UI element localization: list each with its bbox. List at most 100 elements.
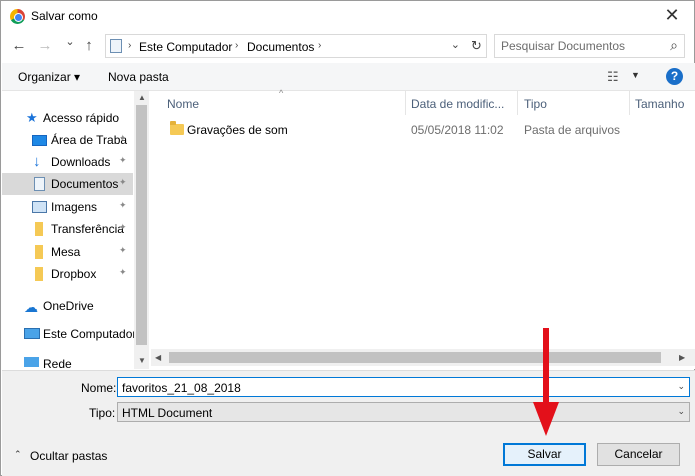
sidebar-item-transferencia[interactable]: Transferência ✦ — [2, 218, 133, 240]
sidebar-item-mesa[interactable]: Mesa ✦ — [2, 241, 133, 263]
file-name: Gravações de som — [187, 123, 288, 137]
help-icon[interactable]: ? — [666, 68, 683, 85]
pin-icon: ✦ — [119, 222, 127, 232]
pictures-icon — [32, 201, 47, 213]
sidebar-item-label: Rede — [43, 357, 72, 369]
computer-icon — [24, 328, 40, 339]
network-icon — [24, 357, 39, 367]
sidebar-item-imagens[interactable]: Imagens ✦ — [2, 196, 133, 218]
column-divider[interactable] — [405, 91, 406, 115]
address-dropdown-icon[interactable]: ⌄ — [451, 38, 460, 51]
sidebar-item-label: Área de Traba — [51, 133, 128, 147]
chrome-icon — [10, 9, 25, 24]
file-type-value: HTML Document — [122, 406, 213, 420]
recent-locations-chevron-icon[interactable]: ⌄ — [61, 32, 79, 52]
address-bar[interactable]: › Este Computador › Documentos › ⌄ — [105, 34, 487, 58]
pin-icon: ✦ — [119, 177, 127, 187]
sidebar-item-label: Downloads — [51, 155, 111, 169]
sidebar-item-label: Transferência — [51, 222, 124, 236]
breadcrumb-este-computador[interactable]: Este Computador — [139, 40, 232, 54]
sidebar-item-onedrive[interactable]: ☁ OneDrive — [2, 295, 133, 317]
sidebar-scrollbar[interactable]: ▲ ▼ — [134, 91, 149, 369]
file-type-dropdown-icon[interactable]: ⌄ — [677, 406, 685, 417]
sidebar-item-acesso-rapido[interactable]: ★ Acesso rápido — [2, 107, 133, 129]
title-bar: Salvar como ✕ — [1, 1, 694, 31]
forward-arrow-icon[interactable]: → — [36, 36, 54, 56]
documents-icon — [34, 177, 45, 191]
sidebar-item-documentos[interactable]: Documentos ✦ — [2, 173, 133, 195]
search-icon[interactable]: ⌕ — [670, 37, 678, 54]
save-button[interactable]: Salvar — [503, 443, 586, 466]
view-options-icon[interactable]: ☷ — [607, 69, 619, 85]
file-date: 05/05/2018 11:02 — [411, 123, 504, 137]
back-arrow-icon[interactable]: ← — [10, 36, 28, 56]
annotation-arrow-icon — [533, 328, 559, 436]
breadcrumb-documentos[interactable]: Documentos — [247, 40, 314, 54]
file-name-dropdown-icon[interactable]: ⌄ — [677, 381, 685, 392]
organize-menu-button[interactable]: Organizar ▾ — [18, 70, 80, 84]
pin-icon: ✦ — [119, 245, 127, 255]
sidebar-item-este-computador[interactable]: Este Computador — [2, 323, 136, 345]
close-button[interactable]: ✕ — [662, 5, 682, 25]
type-label: Tipo: — [89, 406, 116, 420]
navigation-pane: ★ Acesso rápido Área de Traba ✦ ↓ Downlo… — [2, 91, 149, 369]
sidebar-item-label: OneDrive — [43, 299, 94, 313]
file-name-field[interactable]: ⌄ — [117, 377, 690, 397]
cancel-button[interactable]: Cancelar — [597, 443, 680, 466]
scrollbar-thumb[interactable] — [169, 352, 661, 363]
folder-icon — [35, 267, 43, 281]
pin-icon: ✦ — [119, 200, 127, 210]
pin-icon: ✦ — [119, 155, 127, 165]
folder-icon — [35, 222, 43, 236]
sort-ascending-icon: ^ — [279, 88, 284, 98]
column-divider[interactable] — [517, 91, 518, 115]
sidebar-item-dropbox[interactable]: Dropbox ✦ — [2, 263, 133, 285]
window-title: Salvar como — [31, 9, 98, 23]
breadcrumb-separator: › — [128, 40, 132, 51]
column-header-date[interactable]: Data de modific... — [411, 97, 504, 111]
pin-icon: ✦ — [119, 267, 127, 277]
folder-icon — [170, 121, 184, 135]
file-row[interactable]: Gravações de som 05/05/2018 11:02 Pasta … — [151, 119, 695, 141]
save-as-dialog: Salvar como ✕ ← → ⌄ ↑ › Este Computador … — [0, 0, 695, 476]
up-arrow-icon[interactable]: ↑ — [80, 36, 98, 56]
column-header-size[interactable]: Tamanho — [635, 97, 684, 111]
sidebar-item-label: Dropbox — [51, 267, 97, 281]
star-icon: ★ — [26, 110, 38, 125]
folder-icon — [35, 245, 43, 259]
sidebar-item-rede[interactable]: Rede — [2, 353, 133, 369]
onedrive-icon: ☁ — [24, 299, 38, 315]
sidebar-item-downloads[interactable]: ↓ Downloads ✦ — [2, 151, 133, 173]
breadcrumb-separator[interactable]: › — [235, 40, 238, 51]
pin-icon: ✦ — [119, 133, 127, 143]
documents-location-icon — [110, 39, 122, 53]
scroll-down-arrow-icon[interactable]: ▼ — [138, 356, 146, 365]
scrollbar-thumb[interactable] — [136, 105, 147, 345]
chevron-up-icon: ⌃ — [14, 449, 22, 459]
hide-folders-label: Ocultar pastas — [30, 449, 108, 463]
sidebar-item-label: Mesa — [51, 245, 81, 259]
scroll-right-arrow-icon[interactable]: ▶ — [679, 353, 685, 362]
file-list-hscrollbar[interactable]: ◀ ▶ — [151, 349, 695, 366]
scroll-up-arrow-icon[interactable]: ▲ — [138, 93, 146, 102]
column-header-name[interactable]: Nome — [167, 97, 199, 111]
search-box[interactable]: ⌕ — [494, 34, 685, 58]
file-type: Pasta de arquivos — [524, 123, 621, 137]
breadcrumb-separator[interactable]: › — [318, 40, 321, 51]
new-folder-button[interactable]: Nova pasta — [108, 70, 169, 84]
file-type-select[interactable]: HTML Document ⌄ — [117, 402, 690, 422]
scroll-left-arrow-icon[interactable]: ◀ — [155, 353, 161, 362]
search-input[interactable] — [501, 38, 661, 54]
name-label: Nome: — [81, 381, 117, 395]
sidebar-item-label: Documentos — [51, 177, 119, 191]
save-form: Nome: ⌄ Tipo: HTML Document ⌄ ⌃ Ocultar … — [2, 370, 695, 476]
column-header-type[interactable]: Tipo — [524, 97, 547, 111]
column-divider[interactable] — [629, 91, 630, 115]
command-bar: Organizar ▾ Nova pasta ☷ ▼ ? — [2, 63, 695, 91]
view-dropdown-icon[interactable]: ▼ — [631, 70, 640, 80]
sidebar-item-area-de-trabalho[interactable]: Área de Traba ✦ — [2, 129, 133, 151]
refresh-icon[interactable]: ↻ — [471, 38, 482, 54]
desktop-icon — [32, 135, 47, 146]
sidebar-item-label: Imagens — [51, 200, 98, 214]
sidebar-item-label: Acesso rápido — [43, 111, 120, 125]
